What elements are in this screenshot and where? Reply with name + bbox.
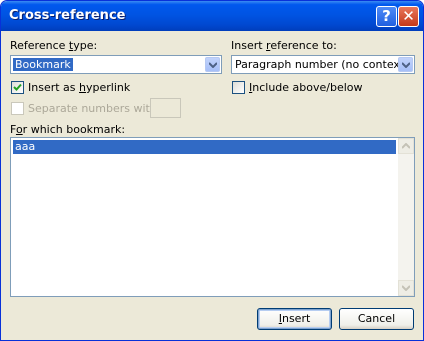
insert-button[interactable]: Insert: [257, 308, 332, 330]
chevron-up-icon: [402, 143, 410, 149]
insert-as-hyperlink-label[interactable]: Insert as hyperlink: [28, 81, 130, 94]
separate-numbers-checkbox[interactable]: [11, 102, 24, 115]
include-above-below-checkbox[interactable]: [232, 81, 245, 94]
bookmark-list-label: For which bookmark:: [10, 123, 126, 136]
insert-reference-to-value: Paragraph number (no context): [235, 58, 409, 71]
insert-reference-to-dropdown[interactable]: Paragraph number (no context): [231, 55, 415, 74]
chevron-down-icon[interactable]: [205, 57, 220, 72]
chevron-down-icon: [402, 285, 410, 291]
reference-type-dropdown[interactable]: Bookmark: [10, 55, 222, 74]
help-icon: ?: [382, 7, 391, 25]
insert-as-hyperlink-checkbox[interactable]: [11, 81, 24, 94]
scroll-up-button[interactable]: [398, 138, 414, 154]
vertical-scrollbar[interactable]: [398, 138, 414, 296]
cancel-button[interactable]: Cancel: [339, 308, 414, 330]
insert-reference-to-label: Insert reference to:: [231, 39, 337, 52]
separator-input[interactable]: [150, 98, 181, 118]
close-button[interactable]: ✕: [398, 6, 419, 27]
title-bar[interactable]: Cross-reference ? ✕: [1, 1, 423, 31]
close-icon: ✕: [402, 7, 415, 25]
separate-numbers-label: Separate numbers with: [28, 102, 157, 115]
checkmark-icon: [13, 83, 22, 91]
dialog-title: Cross-reference: [9, 8, 126, 23]
reference-type-label: Reference type:: [10, 39, 98, 52]
scroll-down-button[interactable]: [398, 280, 414, 296]
cross-reference-dialog: Cross-reference ? ✕ Reference type: Book…: [0, 0, 424, 341]
chevron-down-icon[interactable]: [398, 57, 413, 72]
list-item[interactable]: aaa: [13, 140, 396, 154]
include-above-below-label[interactable]: Include above/below: [249, 81, 363, 94]
bookmark-listbox[interactable]: aaa: [10, 137, 415, 297]
reference-type-value: Bookmark: [13, 58, 73, 71]
help-button[interactable]: ?: [376, 6, 397, 27]
